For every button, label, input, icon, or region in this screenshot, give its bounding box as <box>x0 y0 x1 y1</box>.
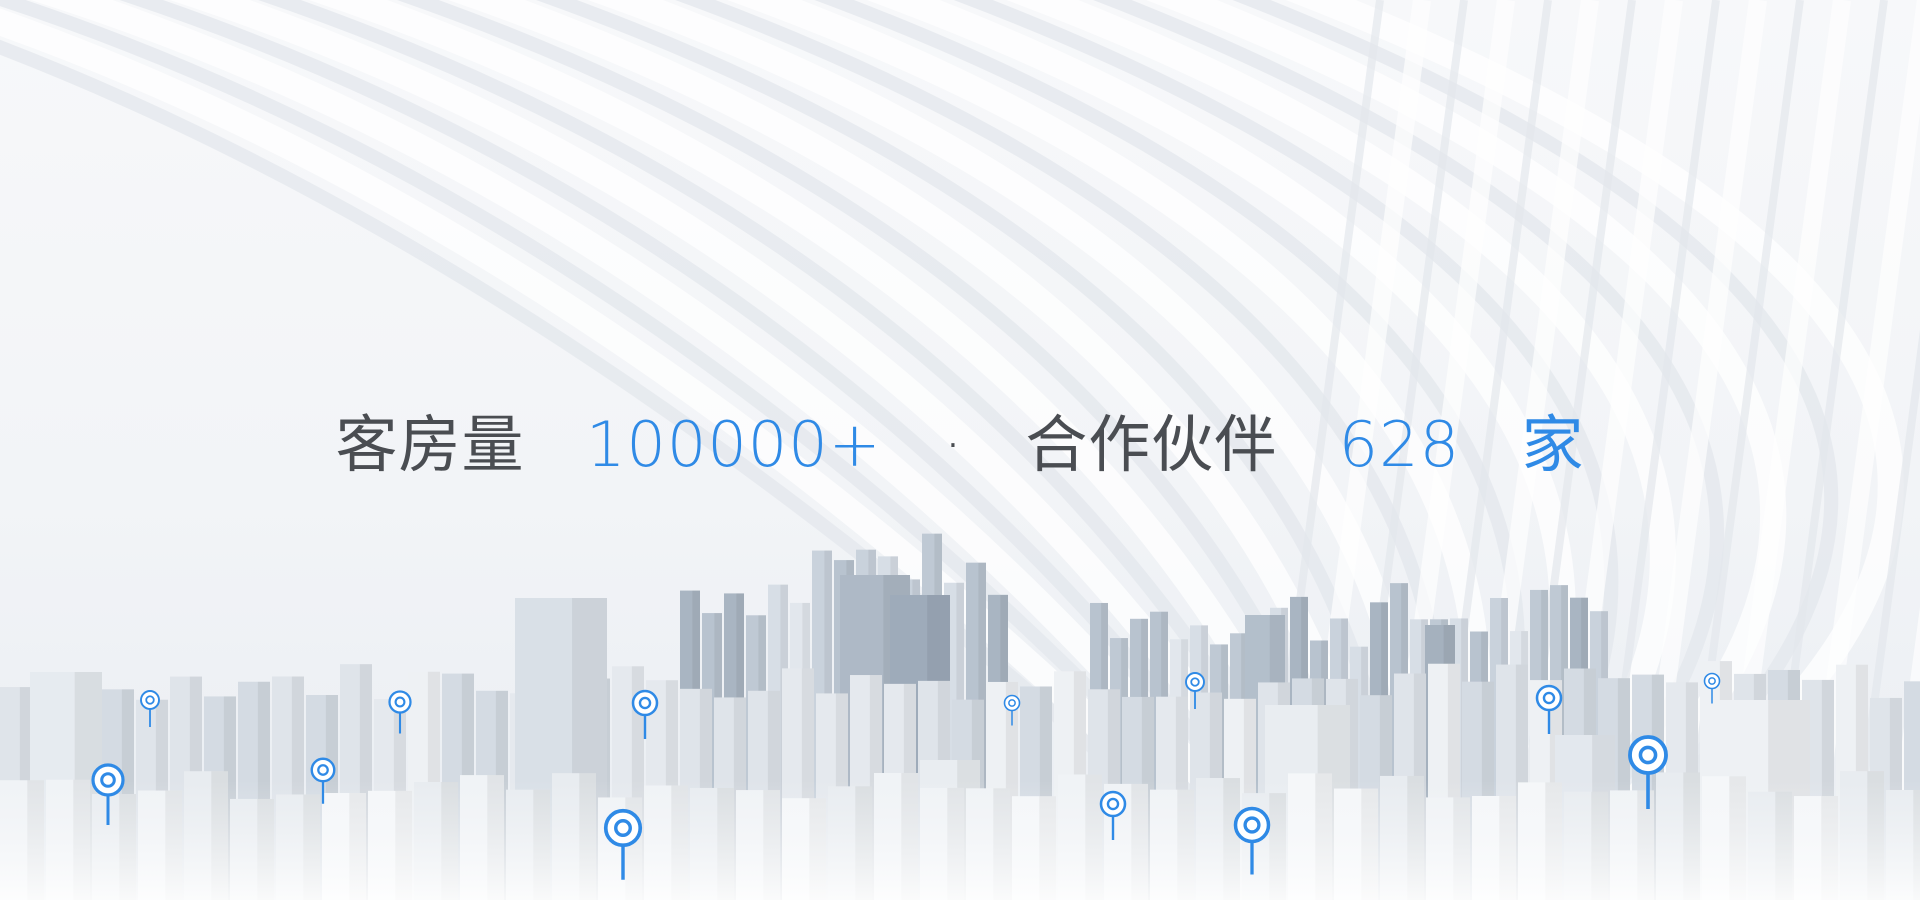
location-pin-icon <box>1628 735 1668 809</box>
location-pin-icon <box>1703 672 1721 704</box>
location-pin-icon <box>388 690 412 734</box>
location-pins <box>91 672 1721 880</box>
location-pin-icon <box>91 763 125 825</box>
location-pin-icon <box>1233 806 1271 875</box>
location-pin-icon <box>310 757 336 804</box>
location-pin-icon <box>631 689 659 739</box>
location-pin-icon <box>1003 694 1021 726</box>
location-pin-icon <box>1535 684 1563 734</box>
location-pin-icon <box>1099 790 1127 840</box>
location-pin-icon <box>140 690 160 727</box>
hero-banner: 客房量 100000+ · 合作伙伴 628 家 <box>0 0 1920 900</box>
location-pin-icon <box>603 808 643 880</box>
location-pin-icon <box>1185 672 1205 709</box>
